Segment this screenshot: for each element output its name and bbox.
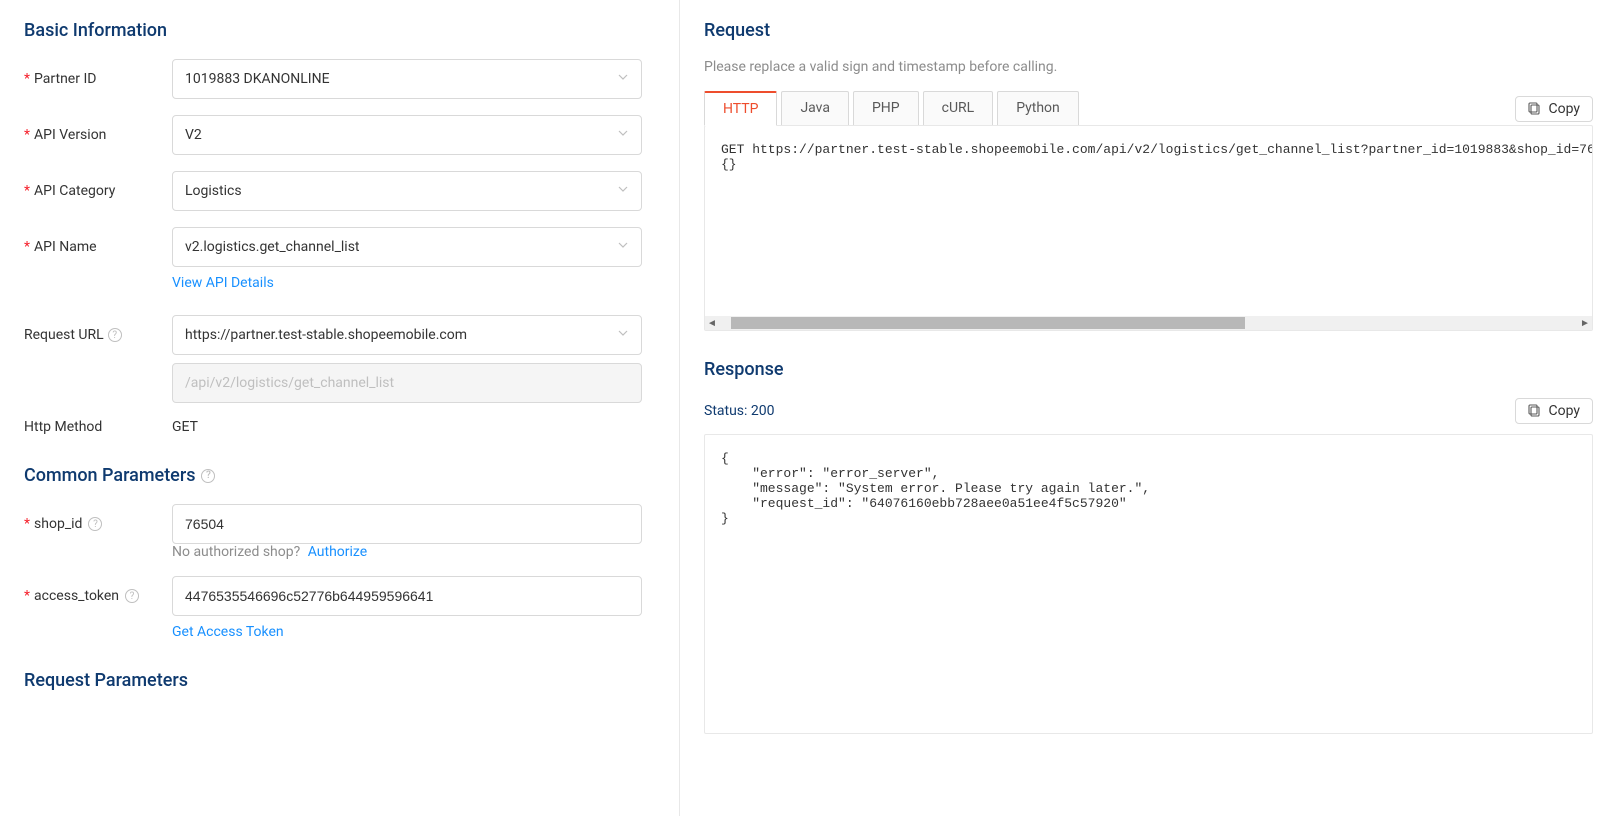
common-params-title: Common Parameters ? [24, 465, 655, 486]
partner-id-select[interactable]: 1019883 DKANONLINE [172, 59, 642, 99]
shop-id-label: *shop_id ? [24, 516, 172, 532]
help-icon[interactable]: ? [125, 589, 139, 603]
request-params-title: Request Parameters [24, 670, 655, 691]
copy-icon [1528, 404, 1542, 418]
copy-request-button[interactable]: Copy [1515, 96, 1593, 122]
request-path-input: /api/v2/logistics/get_channel_list [172, 363, 642, 403]
copy-response-button[interactable]: Copy [1515, 398, 1593, 424]
response-status: Status: 200 [704, 403, 775, 419]
help-icon[interactable]: ? [88, 517, 102, 531]
api-category-select[interactable]: Logistics [172, 171, 642, 211]
request-path-row: /api/v2/logistics/get_channel_list [24, 363, 655, 403]
http-method-label: Http Method [24, 419, 172, 435]
tab-http[interactable]: HTTP [704, 91, 777, 126]
request-tabs-row: HTTP Java PHP cURL Python Copy [704, 91, 1593, 126]
api-version-label: *API Version [24, 127, 172, 143]
request-url-select[interactable]: https://partner.test-stable.shopeemobile… [172, 315, 642, 355]
tab-python[interactable]: Python [997, 91, 1079, 126]
request-subtitle: Please replace a valid sign and timestam… [704, 59, 1593, 75]
response-status-row: Status: 200 Copy [704, 398, 1593, 424]
request-scroll[interactable]: ◄ ► [705, 316, 1592, 330]
api-name-value: v2.logistics.get_channel_list [185, 239, 360, 255]
chevron-down-icon [617, 183, 629, 199]
chevron-down-icon [617, 71, 629, 87]
chevron-down-icon [617, 327, 629, 343]
request-title: Request [704, 20, 1593, 41]
api-category-label: *API Category [24, 183, 172, 199]
shop-id-field[interactable] [185, 516, 629, 532]
help-icon[interactable]: ? [201, 469, 215, 483]
api-name-select[interactable]: v2.logistics.get_channel_list [172, 227, 642, 267]
access-token-input[interactable] [172, 576, 642, 616]
http-method-value: GET [172, 419, 198, 435]
request-code-box: GET https://partner.test-stable.shopeemo… [704, 125, 1593, 331]
scroll-right-icon[interactable]: ► [1578, 318, 1592, 329]
request-url-value: https://partner.test-stable.shopeemobile… [185, 327, 467, 343]
help-icon[interactable]: ? [108, 328, 122, 342]
partner-id-value: 1019883 DKANONLINE [185, 71, 330, 87]
tab-php[interactable]: PHP [853, 91, 919, 126]
authorize-link[interactable]: Authorize [308, 544, 367, 560]
api-version-select[interactable]: V2 [172, 115, 642, 155]
copy-response-label: Copy [1548, 403, 1580, 419]
request-tabs: HTTP Java PHP cURL Python [704, 91, 1083, 126]
api-category-row: *API Category Logistics [24, 171, 655, 211]
scroll-left-icon[interactable]: ◄ [705, 318, 719, 329]
http-method-row: Http Method GET [24, 419, 655, 435]
get-access-token-link[interactable]: Get Access Token [172, 624, 284, 640]
copy-request-label: Copy [1548, 101, 1580, 117]
api-name-label: *API Name [24, 239, 172, 255]
partner-id-label: *Partner ID [24, 71, 172, 87]
api-name-row: *API Name v2.logistics.get_channel_list [24, 227, 655, 267]
response-code-box[interactable]: { "error": "error_server", "message": "S… [704, 434, 1593, 734]
request-url-label: Request URL ? [24, 327, 172, 343]
right-panel: Request Please replace a valid sign and … [680, 0, 1617, 816]
shop-auth-hint: No authorized shop? Authorize [172, 544, 655, 560]
shop-id-row: *shop_id ? [24, 504, 655, 544]
chevron-down-icon [617, 127, 629, 143]
basic-info-title: Basic Information [24, 20, 655, 41]
tab-curl[interactable]: cURL [923, 91, 994, 126]
view-api-details-link[interactable]: View API Details [172, 275, 274, 291]
partner-id-row: *Partner ID 1019883 DKANONLINE [24, 59, 655, 99]
shop-id-input[interactable] [172, 504, 642, 544]
request-path-value: /api/v2/logistics/get_channel_list [185, 375, 394, 391]
request-url-row: Request URL ? https://partner.test-stabl… [24, 315, 655, 355]
response-title: Response [704, 359, 1593, 380]
scroll-thumb[interactable] [731, 317, 1245, 329]
access-token-field[interactable] [185, 588, 629, 604]
request-code-content[interactable]: GET https://partner.test-stable.shopeemo… [705, 126, 1592, 316]
access-token-label: *access_token ? [24, 588, 172, 604]
tab-java[interactable]: Java [781, 91, 849, 126]
api-version-value: V2 [185, 127, 202, 143]
access-token-row: *access_token ? [24, 576, 655, 616]
chevron-down-icon [617, 239, 629, 255]
api-category-value: Logistics [185, 183, 242, 199]
api-version-row: *API Version V2 [24, 115, 655, 155]
left-panel: Basic Information *Partner ID 1019883 DK… [0, 0, 680, 816]
copy-icon [1528, 102, 1542, 116]
